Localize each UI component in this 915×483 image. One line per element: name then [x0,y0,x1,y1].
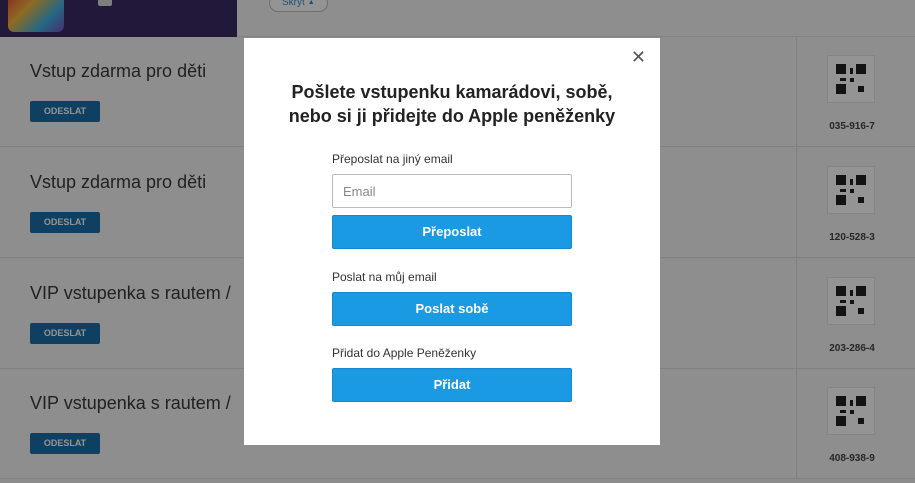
dialog-title-line1: Pošlete vstupenku kamarádovi, sobě, [291,82,613,102]
send-to-self-button[interactable]: Poslat sobě [332,292,572,326]
dialog-title: Pošlete vstupenku kamarádovi, sobě, nebo… [244,80,660,128]
send-ticket-dialog: ✕ Pošlete vstupenku kamarádovi, sobě, ne… [244,38,660,445]
close-icon[interactable]: ✕ [631,48,646,66]
apple-wallet-label: Přidat do Apple Peněženky [332,346,477,360]
email-field[interactable] [332,174,572,208]
forward-email-label: Přeposlat na jiný email [332,152,453,166]
add-to-wallet-button[interactable]: Přidat [332,368,572,402]
dialog-title-line2: nebo si ji přidejte do Apple peněženky [288,106,616,126]
forward-button[interactable]: Přeposlat [332,215,572,249]
self-email-label: Poslat na můj email [332,270,437,284]
